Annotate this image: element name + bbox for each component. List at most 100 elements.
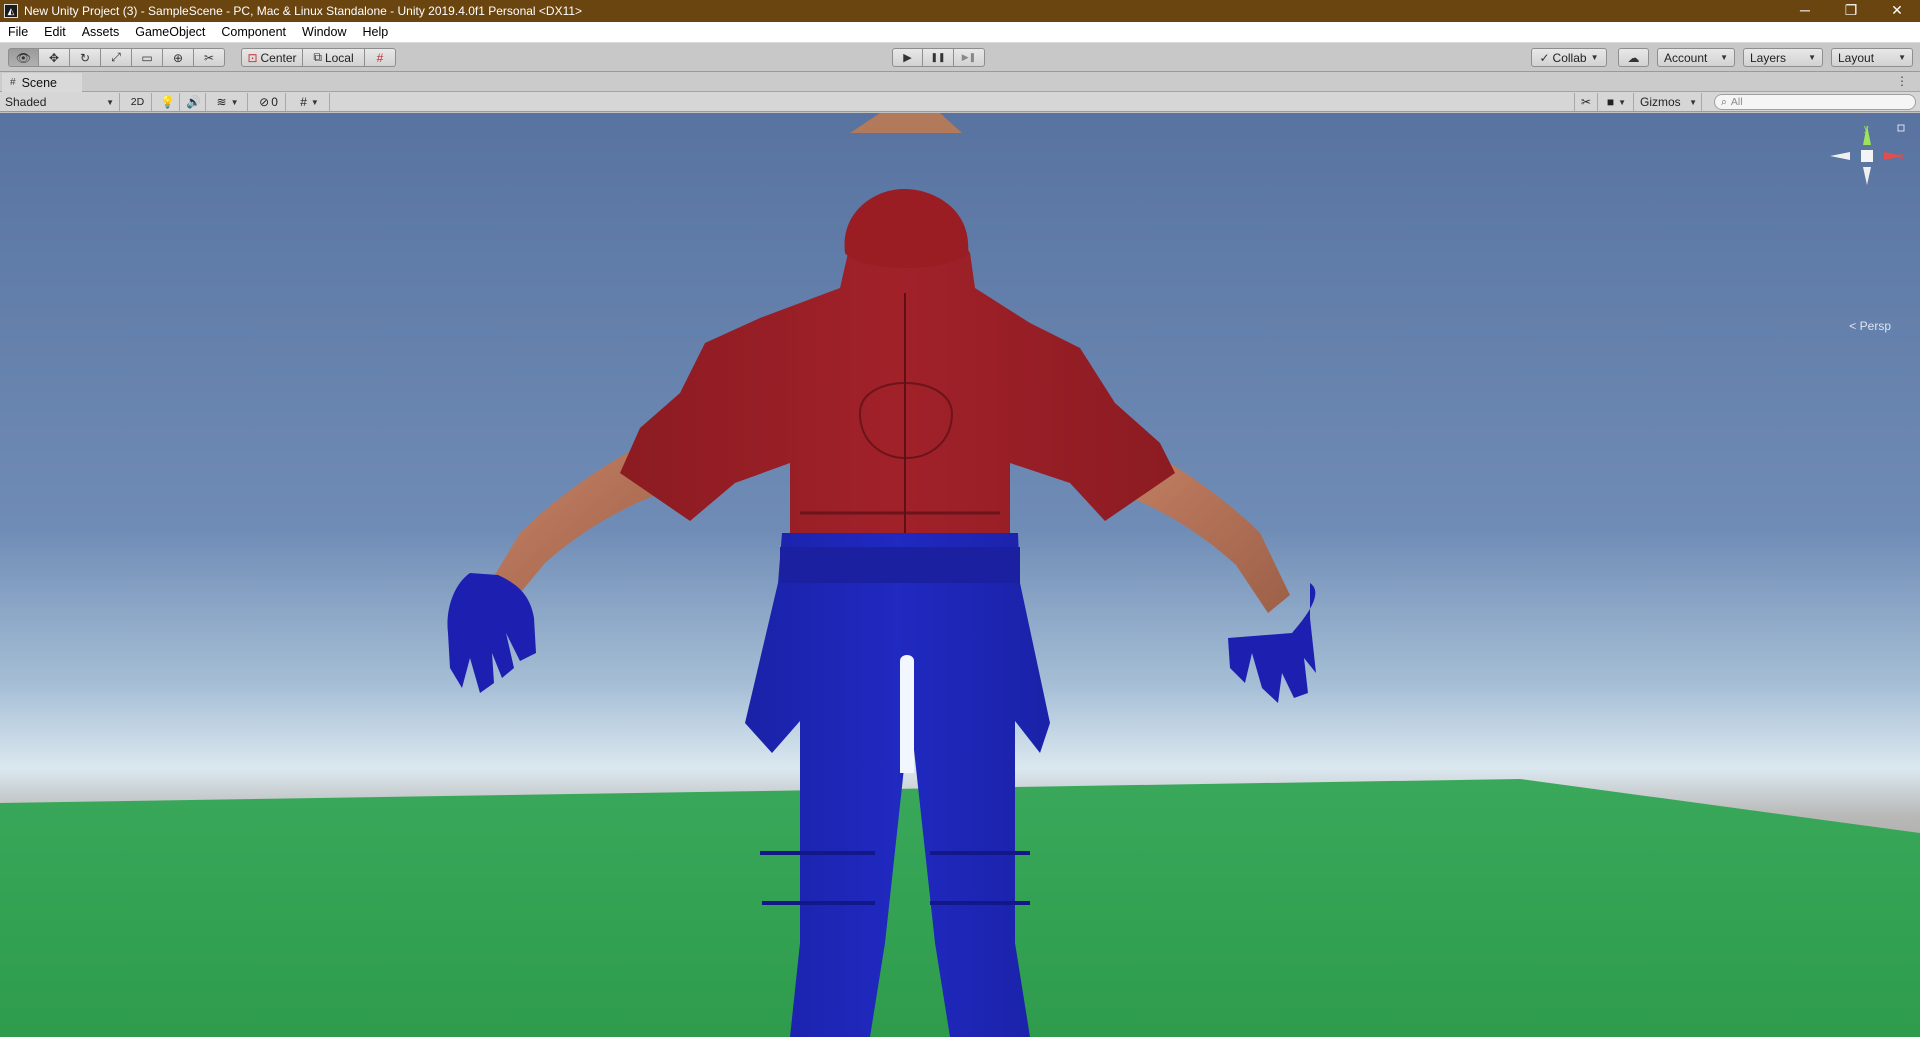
effects-icon: ≋ [216,95,227,109]
rect-tool-button[interactable]: ▭ [132,48,163,67]
menu-gameobject[interactable]: GameObject [127,22,213,43]
scale-icon: ⤢ [111,50,121,64]
lock-icon [1897,124,1905,132]
grid-dropdown[interactable]: # ▼ [290,93,330,111]
grid-icon: # [300,95,307,109]
collab-group: ✓ Collab ▼ [1531,48,1607,67]
account-group: Account ▼ [1657,48,1735,67]
hand-tool-button[interactable]: 👁 [8,48,39,67]
scale-tool-button[interactable]: ⤢ [101,48,132,67]
scene-viewport[interactable]: y x < Persp [0,113,1920,1037]
step-button[interactable]: ▶❚ [954,48,985,67]
rect-icon: ▭ [141,50,153,65]
menu-window[interactable]: Window [294,22,354,43]
layers-label: Layers [1750,50,1787,65]
local-cube-icon: ⧉ [313,50,322,64]
restore-button[interactable]: ❐ [1828,0,1874,22]
menu-component[interactable]: Component [213,22,294,43]
play-controls: ▶ ❚❚ ▶❚ [892,48,985,67]
transform-tools: 👁 ✥ ↻ ⤢ ▭ ⊕ ✂ [8,48,225,67]
chevron-down-icon: ▼ [310,97,319,107]
menu-assets[interactable]: Assets [74,22,128,43]
rotate-icon: ↻ [79,50,91,65]
cloud-group: ☁ [1618,48,1649,67]
account-dropdown[interactable]: Account ▼ [1657,48,1735,67]
grid-icon: # [10,77,16,88]
y-axis-label: y [1864,123,1869,133]
tab-scene-label: Scene [21,75,58,90]
layout-group: Layout ▼ [1831,48,1913,67]
light-bulb-icon: 💡 [160,95,175,109]
collab-label: Collab [1552,50,1587,65]
search-placeholder: All [1730,96,1743,108]
cloud-icon: ☁ [1627,50,1640,65]
hidden-objects-toggle[interactable]: ⊘ 0 [252,93,286,111]
move-tool-button[interactable]: ✥ [39,48,70,67]
menu-file[interactable]: File [0,22,36,43]
chevron-down-icon: ▼ [1618,97,1627,107]
scene-render [0,113,1920,1037]
chevron-down-icon: ▼ [1808,53,1816,62]
check-icon: ✓ [1539,50,1550,65]
tab-options-icon[interactable]: ⋮ [1896,74,1908,88]
layers-dropdown[interactable]: Layers ▼ [1743,48,1823,67]
minimize-button[interactable]: ─ [1782,0,1828,22]
chevron-down-icon: ▼ [1898,53,1906,62]
toggle-2d-button[interactable]: 2D [124,93,152,111]
effects-dropdown[interactable]: ≋ ▼ [208,93,248,111]
window-title: New Unity Project (3) - SampleScene - PC… [24,4,583,18]
lighting-toggle[interactable]: 💡 [156,93,180,111]
chevron-down-icon: ▼ [1590,53,1599,62]
grid-snap-icon: # [376,50,384,65]
unity-icon: ◭ [4,4,18,18]
eye-slash-icon: ⊘ [259,95,270,109]
tools-toggle[interactable]: ✂ [1574,93,1598,111]
gizmos-dropdown[interactable]: Gizmos ▼ [1636,93,1702,111]
menu-help[interactable]: Help [354,22,396,43]
pivot-mode-button[interactable]: ⊡ Center [241,48,303,67]
layout-dropdown[interactable]: Layout ▼ [1831,48,1913,67]
layout-label: Layout [1838,50,1875,65]
pivot-center-icon: ⊡ [247,50,258,65]
tools-icon: ✂ [203,50,215,65]
scene-orientation-gizmo[interactable]: y x [1828,123,1908,233]
play-button[interactable]: ▶ [892,48,923,67]
shading-mode-label: Shaded [5,95,47,109]
shading-mode-dropdown[interactable]: Shaded ▼ [0,93,120,111]
scene-toolbar: Shaded ▼ 2D 💡 🔊 ≋ ▼ ⊘ 0 # ▼ ✂ ■ ▼ Gizmos… [0,92,1920,112]
chevron-down-icon: ▼ [230,97,239,107]
transform-tool-button[interactable]: ⊕ [163,48,194,67]
title-bar: ◭ New Unity Project (3) - SampleScene - … [0,0,1920,22]
main-toolbar: 👁 ✥ ↻ ⤢ ▭ ⊕ ✂ ⊡ Center ⧉ Local # ▶ ❚❚ ▶❚… [0,43,1920,72]
grid-snap-button[interactable]: # [365,48,396,67]
account-label: Account [1664,50,1708,65]
neg-y-axis-cone [1863,167,1871,185]
chevron-down-icon: ▼ [1689,97,1697,107]
close-button[interactable]: ✕ [1874,0,1920,22]
eye-icon: 👁 [15,50,32,65]
projection-label[interactable]: < Persp [1849,319,1891,333]
pause-icon: ❚❚ [930,52,946,62]
camera-icon: ■ [1606,95,1615,109]
pause-button[interactable]: ❚❚ [923,48,954,67]
search-icon: ⌕ [1721,95,1727,108]
rotate-tool-button[interactable]: ↻ [70,48,101,67]
chevron-down-icon: ▼ [106,97,114,107]
collab-dropdown[interactable]: ✓ Collab ▼ [1531,48,1607,67]
pivot-mode-label: Center [260,50,297,65]
menu-bar: File Edit Assets GameObject Component Wi… [0,22,1920,43]
cloud-button[interactable]: ☁ [1618,48,1649,67]
audio-toggle[interactable]: 🔊 [182,93,206,111]
pivot-rotation-button[interactable]: ⧉ Local [303,48,365,67]
neg-x-axis-cone [1830,152,1850,160]
pants-belt [780,547,1020,583]
menu-edit[interactable]: Edit [36,22,74,43]
speaker-icon: 🔊 [186,95,201,109]
scene-tab-bar: # Scene ⋮ [0,72,1920,92]
tab-scene[interactable]: # Scene [2,73,82,92]
pivot-rotation-label: Local [324,50,354,65]
camera-dropdown[interactable]: ■ ▼ [1600,93,1634,111]
play-icon: ▶ [903,52,912,64]
scene-search-input[interactable]: ⌕ All [1714,94,1916,110]
custom-tool-button[interactable]: ✂ [194,48,225,67]
